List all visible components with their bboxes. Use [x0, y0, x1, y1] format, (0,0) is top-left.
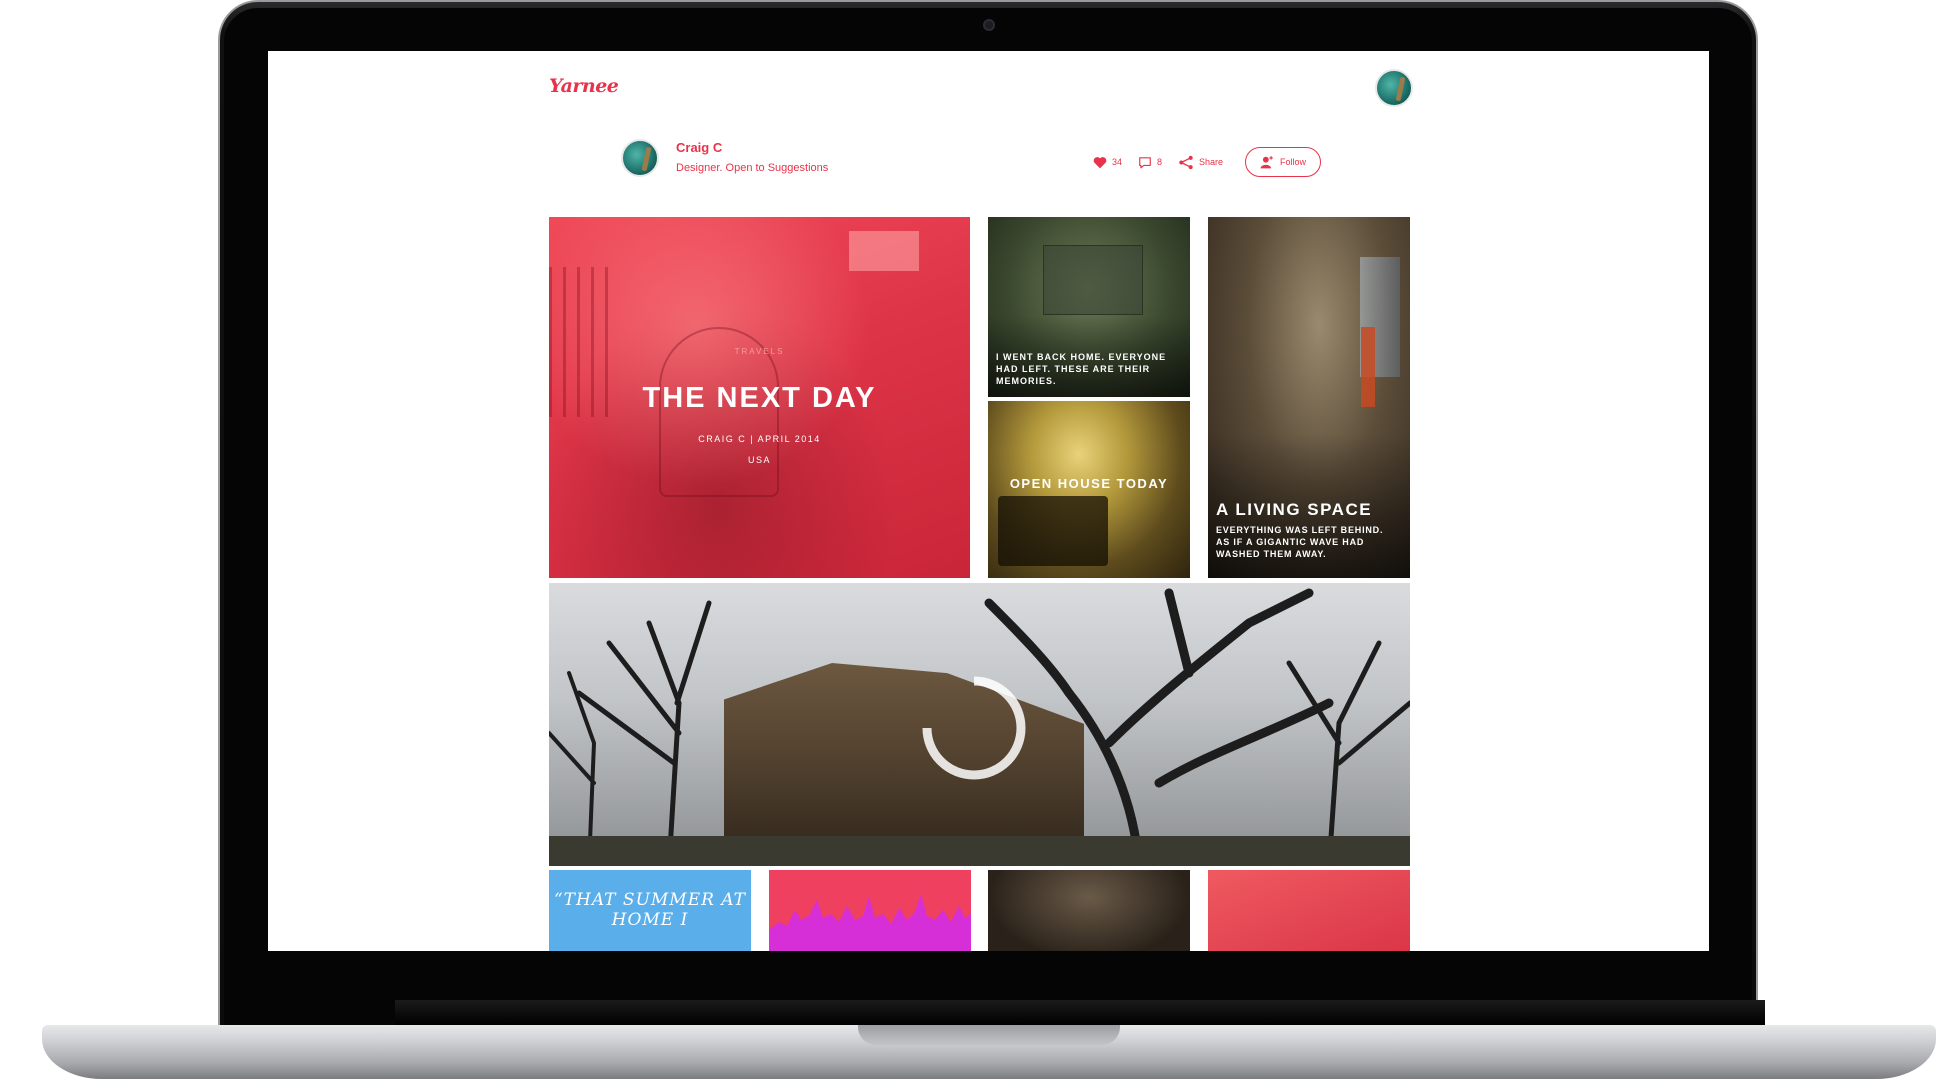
laptop-notch	[858, 1025, 1120, 1045]
story-card-waveform[interactable]	[769, 870, 971, 951]
story-category: TRAVELS	[734, 347, 785, 356]
comment-count: 8	[1157, 157, 1163, 167]
story-title: A LIVING SPACE	[1216, 500, 1373, 519]
heart-icon	[1093, 156, 1107, 168]
story-byline: CRAIG C | APRIL 2014	[698, 434, 821, 444]
quote-text: “THAT SUMMER AT HOME I	[553, 890, 747, 930]
loading-spinner-icon	[922, 676, 1026, 780]
camera-icon	[983, 19, 995, 31]
share-button[interactable]: Share	[1178, 155, 1223, 170]
like-count: 34	[1112, 157, 1123, 167]
laptop-hinge	[395, 1000, 1765, 1025]
follow-button[interactable]: Follow	[1245, 147, 1322, 177]
author-avatar[interactable]	[621, 139, 659, 177]
laptop-mockup: Yarnee Craig C Designer. Open to Suggest…	[0, 0, 1958, 1084]
story-card-open-house[interactable]: OPEN HOUSE TODAY	[988, 401, 1190, 578]
story-card-dark-room[interactable]	[988, 870, 1190, 951]
follow-label: Follow	[1280, 157, 1307, 167]
author-name[interactable]: Craig C	[676, 140, 722, 155]
app-logo[interactable]: Yarnee	[549, 75, 619, 97]
story-caption: I WENT BACK HOME. EVERYONE HAD LEFT. THE…	[996, 352, 1167, 386]
author-bio: Designer. Open to Suggestions	[676, 162, 829, 174]
story-card-red-room[interactable]	[1208, 870, 1410, 951]
story-card-went-back-home[interactable]: I WENT BACK HOME. EVERYONE HAD LEFT. THE…	[988, 217, 1190, 397]
story-title: THE NEXT DAY	[642, 382, 877, 414]
story-card-living-space[interactable]: A LIVING SPACE EVERYTHING WAS LEFT BEHIN…	[1208, 217, 1410, 578]
story-card-quote[interactable]: “THAT SUMMER AT HOME I	[549, 870, 751, 951]
share-icon	[1179, 155, 1193, 169]
user-avatar[interactable]	[1375, 69, 1413, 107]
like-button[interactable]: 34	[1093, 156, 1122, 169]
story-card-the-next-day[interactable]: TRAVELS THE NEXT DAY CRAIG C | APRIL 201…	[549, 217, 970, 578]
post-actions: 34 8 Share Follow	[1093, 146, 1322, 178]
share-label: Share	[1199, 157, 1224, 167]
app-screen: Yarnee Craig C Designer. Open to Suggest…	[268, 51, 1709, 951]
story-location: USA	[747, 455, 771, 465]
comment-icon	[1139, 156, 1151, 168]
story-caption: EVERYTHING WAS LEFT BEHIND. AS IF A GIGA…	[1216, 525, 1384, 559]
add-user-icon	[1260, 156, 1273, 169]
waveform-graphic	[769, 894, 971, 951]
story-title: OPEN HOUSE TODAY	[1009, 476, 1169, 491]
comment-button[interactable]: 8	[1138, 156, 1162, 169]
story-banner-abandoned-house[interactable]	[549, 583, 1410, 866]
